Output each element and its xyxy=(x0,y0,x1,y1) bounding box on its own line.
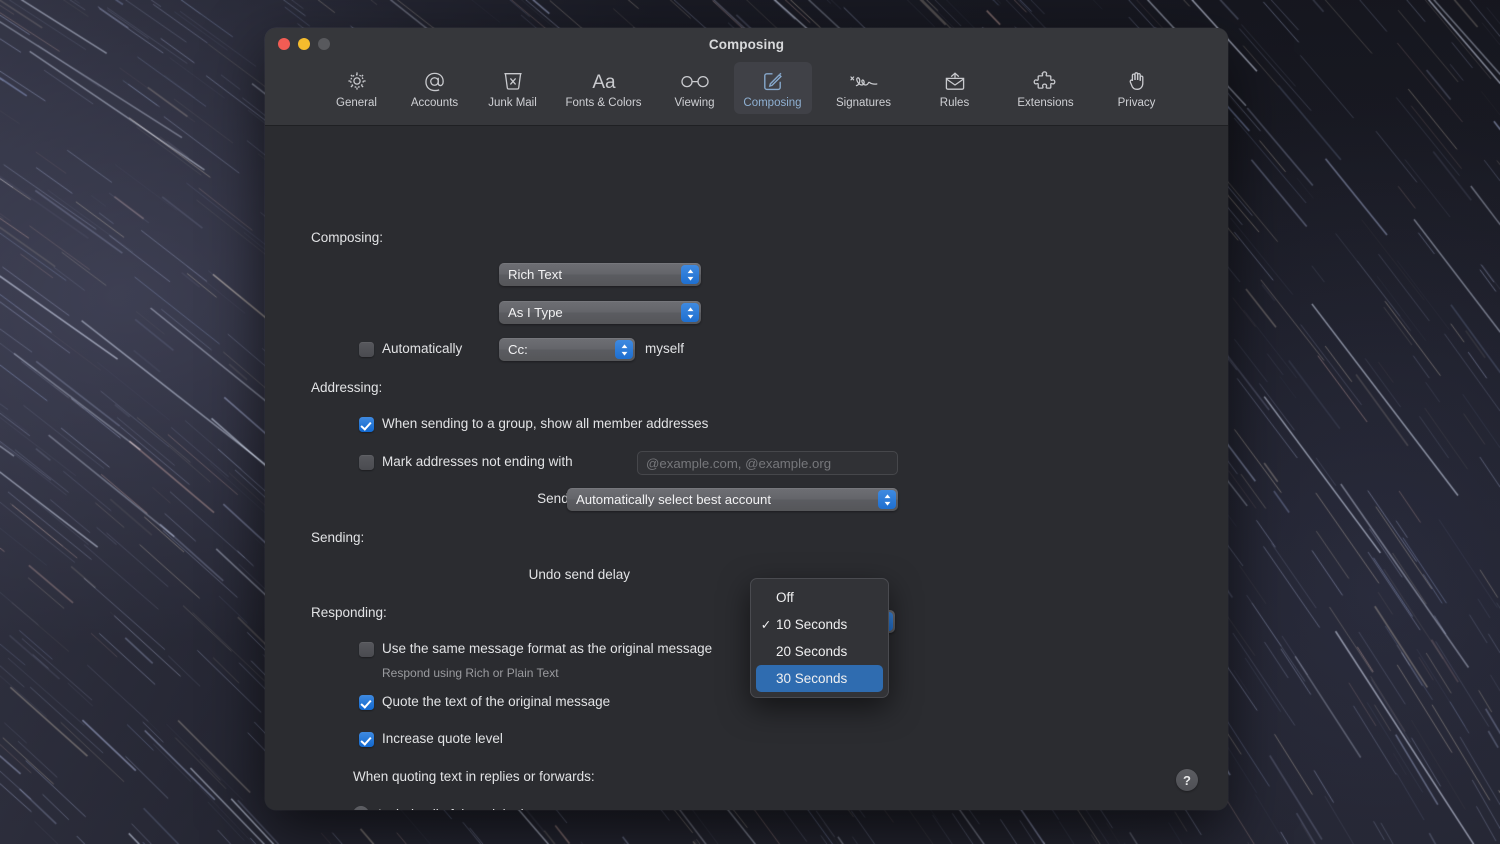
menu-item-10-seconds[interactable]: ✓ 10 Seconds xyxy=(756,611,883,638)
chevron-up-down-icon xyxy=(878,490,896,509)
quote-original-text-label: Quote the text of the original message xyxy=(382,694,611,709)
message-format-value: Rich Text xyxy=(508,267,562,282)
send-from-value: Automatically select best account xyxy=(576,492,771,507)
tab-rules-label: Rules xyxy=(939,97,970,109)
tab-composing[interactable]: Composing xyxy=(733,62,812,114)
auto-cc-checkbox[interactable] xyxy=(359,342,374,357)
show-group-members-label: When sending to a group, show all member… xyxy=(382,416,709,431)
window-title: Composing xyxy=(708,37,785,52)
addressing-section-title: Addressing: xyxy=(311,380,383,395)
font-aa-icon: Aa xyxy=(586,68,622,94)
show-group-members-checkbox[interactable] xyxy=(359,417,374,432)
tab-rules[interactable]: Rules xyxy=(916,62,994,114)
message-format-popup[interactable]: Rich Text xyxy=(499,263,701,286)
check-spelling-value: As I Type xyxy=(508,305,563,320)
tab-junk-mail[interactable]: Junk Mail xyxy=(474,62,552,114)
check-spelling-popup[interactable]: As I Type xyxy=(499,301,701,324)
tab-signatures[interactable]: Signatures xyxy=(812,62,916,114)
chevron-up-down-icon xyxy=(681,265,699,284)
at-sign-icon xyxy=(422,68,447,94)
tab-viewing-label: Viewing xyxy=(674,97,715,109)
same-message-format-sublabel: Respond using Rich or Plain Text xyxy=(382,666,559,680)
undo-send-delay-label: Undo send delay xyxy=(528,567,630,582)
quote-original-text-checkbox[interactable] xyxy=(359,695,374,710)
composing-section-title: Composing: xyxy=(311,230,384,245)
send-from-popup[interactable]: Automatically select best account xyxy=(567,488,898,511)
checkmark-icon: ✓ xyxy=(760,618,772,632)
tab-fonts-and-colors[interactable]: Aa Fonts & Colors xyxy=(552,62,656,114)
radio-include-all-text-label: Include all of the original message text xyxy=(378,807,608,810)
increase-quote-level-checkbox[interactable] xyxy=(359,732,374,747)
tab-junk-mail-label: Junk Mail xyxy=(488,97,537,109)
undo-send-delay-menu[interactable]: Off ✓ 10 Seconds 20 Seconds 30 Seconds xyxy=(750,578,889,698)
increase-quote-level-label: Increase quote level xyxy=(382,731,503,746)
menu-item-30-seconds[interactable]: 30 Seconds xyxy=(756,665,883,692)
radio-include-all-text[interactable] xyxy=(353,806,369,810)
menu-item-off[interactable]: Off xyxy=(756,584,883,611)
responding-section-title: Responding: xyxy=(311,605,387,620)
mark-addresses-label: Mark addresses not ending with xyxy=(382,454,573,469)
composing-settings-pane: Composing: Message format: Rich Text Che… xyxy=(265,126,1228,810)
auto-cc-suffix-label: myself xyxy=(645,341,685,356)
auto-cc-field-popup[interactable]: Cc: xyxy=(499,338,635,361)
window-titlebar: Composing General Accounts Junk Mail Aa … xyxy=(265,28,1228,126)
menu-item-20-seconds-label: 20 Seconds xyxy=(776,644,848,659)
auto-cc-label: Automatically xyxy=(382,341,463,356)
tab-signatures-label: Signatures xyxy=(836,97,891,109)
same-message-format-label: Use the same message format as the origi… xyxy=(382,641,713,656)
preferences-toolbar: General Accounts Junk Mail Aa Fonts & Co… xyxy=(265,62,1228,114)
tab-extensions-label: Extensions xyxy=(1017,97,1074,109)
tab-viewing[interactable]: Viewing xyxy=(656,62,734,114)
tab-accounts[interactable]: Accounts xyxy=(396,62,474,114)
chevron-up-down-icon xyxy=(681,303,699,322)
rules-envelope-icon xyxy=(942,68,968,94)
menu-item-20-seconds[interactable]: 20 Seconds xyxy=(756,638,883,665)
auto-cc-field-value: Cc: xyxy=(508,342,528,357)
same-message-format-checkbox[interactable] xyxy=(359,642,374,657)
mark-addresses-input[interactable]: @example.com, @example.org xyxy=(637,451,898,475)
tab-general[interactable]: General xyxy=(318,62,396,114)
menu-item-30-seconds-label: 30 Seconds xyxy=(776,671,848,686)
chevron-up-down-icon xyxy=(615,340,633,359)
signature-icon xyxy=(847,68,881,94)
tab-accounts-label: Accounts xyxy=(410,97,459,109)
hand-icon xyxy=(1125,68,1149,94)
menu-item-off-label: Off xyxy=(776,590,794,605)
tab-extensions[interactable]: Extensions xyxy=(994,62,1098,114)
glasses-icon xyxy=(678,68,712,94)
puzzle-icon xyxy=(1032,68,1060,94)
tab-composing-label: Composing xyxy=(743,97,802,109)
sending-section-title: Sending: xyxy=(311,530,365,545)
tab-privacy-label: Privacy xyxy=(1117,97,1156,109)
compose-pencil-icon xyxy=(761,68,785,94)
quoting-options-header: When quoting text in replies or forwards… xyxy=(353,769,595,784)
gear-icon xyxy=(345,68,369,94)
mark-addresses-placeholder: @example.com, @example.org xyxy=(646,455,832,471)
help-button[interactable]: ? xyxy=(1176,769,1198,791)
tab-general-label: General xyxy=(336,97,377,109)
tab-privacy[interactable]: Privacy xyxy=(1098,62,1176,114)
menu-item-10-seconds-label: 10 Seconds xyxy=(776,617,848,632)
tab-fonts-and-colors-label: Fonts & Colors xyxy=(565,97,642,109)
junk-bin-icon xyxy=(502,68,524,94)
mark-addresses-checkbox[interactable] xyxy=(359,455,374,470)
svg-text:Aa: Aa xyxy=(592,72,616,93)
mail-preferences-window: Composing General Accounts Junk Mail Aa … xyxy=(265,28,1228,810)
